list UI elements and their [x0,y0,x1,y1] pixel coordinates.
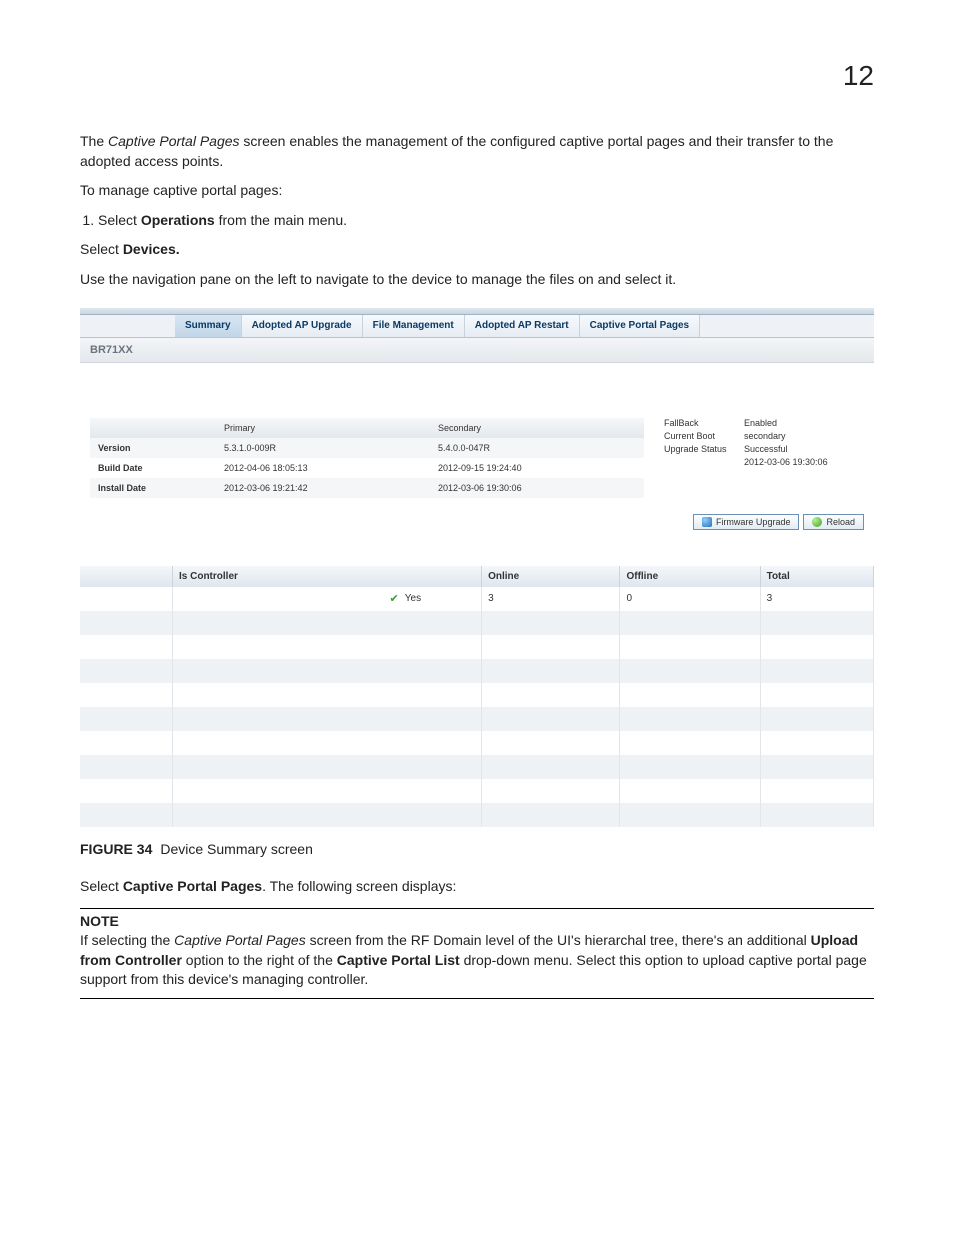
grid-cell-total: 3 [760,587,873,611]
device-summary-screenshot: Summary Adopted AP Upgrade File Manageme… [80,308,874,827]
steps-list: Select Operations from the main menu. [80,211,874,231]
status-value: secondary [744,431,786,441]
status-label [664,457,744,467]
reload-icon [812,517,822,527]
secondary-install-date: 2012-03-06 19:30:06 [430,478,644,498]
step-1: Select Operations from the main menu. [98,211,874,231]
is-controller-value: Yes [405,593,421,604]
table-row: ✔ Yes 3 0 3 [80,587,874,611]
table-row: Build Date 2012-04-06 18:05:13 2012-09-1… [90,458,644,478]
text: . The following screen displays: [262,878,456,894]
text: from the main menu. [215,212,347,228]
grid-cell-offline: 0 [620,587,760,611]
status-panel: FallBack Enabled Current Boot secondary … [664,418,864,470]
status-row-fallback: FallBack Enabled [664,418,864,428]
text: Select [80,878,123,894]
figure-caption: FIGURE 34 Device Summary screen [80,841,874,857]
controller-grid: Is Controller Online Offline Total ✔ Yes… [80,566,874,827]
table-row [80,683,874,707]
captive-portal-pages-bold: Captive Portal Pages [123,878,262,894]
table-row: Install Date 2012-03-06 19:21:42 2012-03… [90,478,644,498]
button-label: Firmware Upgrade [716,517,791,527]
tab-spacer [80,315,175,337]
status-label: FallBack [664,418,744,428]
table-row [80,611,874,635]
text: Select [80,241,123,257]
tab-adopted-ap-restart[interactable]: Adopted AP Restart [465,315,580,337]
upgrade-icon [702,517,712,527]
row-label-build-date: Build Date [90,458,216,478]
status-label: Current Boot [664,431,744,441]
summary-mid-section: Primary Secondary Version 5.3.1.0-009R 5… [80,363,874,508]
tab-summary[interactable]: Summary [175,315,242,337]
tab-captive-portal-pages[interactable]: Captive Portal Pages [580,315,700,337]
tab-bar: Summary Adopted AP Upgrade File Manageme… [80,315,874,338]
version-table: Primary Secondary Version 5.3.1.0-009R 5… [90,418,644,498]
window-titlebar [80,308,874,315]
operations-term: Operations [141,212,215,228]
note-body: If selecting the Captive Portal Pages sc… [80,931,874,990]
text: screen from the RF Domain level of the U… [306,932,811,948]
reload-button[interactable]: Reload [803,514,864,530]
grid-header-total: Total [760,566,873,587]
status-value: 2012-03-06 19:30:06 [744,457,828,467]
device-id-bar: BR71XX [80,338,874,363]
status-label: Upgrade Status [664,444,744,454]
text: Select [98,212,141,228]
tab-file-management[interactable]: File Management [363,315,465,337]
action-buttons-row: Firmware Upgrade Reload [80,508,874,550]
devices-term: Devices. [123,241,180,257]
table-row [80,803,874,827]
primary-build-date: 2012-04-06 18:05:13 [216,458,430,478]
intro-paragraph-2: To manage captive portal pages: [80,181,874,201]
grid-header-is-controller: Is Controller [173,566,482,587]
button-label: Reload [826,517,855,527]
captive-portal-pages-term: Captive Portal Pages [108,133,240,149]
status-row-upgrade-status: Upgrade Status Successful [664,444,864,454]
secondary-build-date: 2012-09-15 19:24:40 [430,458,644,478]
figure-title: Device Summary screen [160,841,313,857]
grid-header-online: Online [482,566,620,587]
table-row [80,707,874,731]
note-block: NOTE If selecting the Captive Portal Pag… [80,908,874,999]
table-row [80,779,874,803]
table-row: Version 5.3.1.0-009R 5.4.0.0-047R [90,438,644,458]
figure-label: FIGURE 34 [80,841,152,857]
status-value: Enabled [744,418,777,428]
text: The [80,133,108,149]
text: option to the right of the [182,952,337,968]
post-figure-instruction: Select Captive Portal Pages. The followi… [80,877,874,897]
page-number: 12 [80,60,874,92]
version-table-corner [90,418,216,438]
table-row [80,659,874,683]
status-row-upgrade-timestamp: 2012-03-06 19:30:06 [664,457,864,467]
tab-adopted-ap-upgrade[interactable]: Adopted AP Upgrade [242,315,363,337]
text: If selecting the [80,932,174,948]
captive-portal-pages-term: Captive Portal Pages [174,932,306,948]
table-row [80,755,874,779]
check-icon: ✔ [390,592,399,605]
primary-version: 5.3.1.0-009R [216,438,430,458]
table-row [80,731,874,755]
grid-cell-is-controller: ✔ Yes [173,587,482,611]
primary-install-date: 2012-03-06 19:21:42 [216,478,430,498]
grid-cell-empty [80,587,173,611]
version-header-primary: Primary [216,418,430,438]
captive-portal-list-term: Captive Portal List [337,952,460,968]
status-value: Successful [744,444,788,454]
version-header-secondary: Secondary [430,418,644,438]
note-title: NOTE [80,913,874,929]
select-devices-line: Select Devices. [80,240,874,260]
grid-cell-online: 3 [482,587,620,611]
secondary-version: 5.4.0.0-047R [430,438,644,458]
grid-header-empty [80,566,173,587]
nav-instruction: Use the navigation pane on the left to n… [80,270,874,290]
firmware-upgrade-button[interactable]: Firmware Upgrade [693,514,800,530]
grid-header-offline: Offline [620,566,760,587]
table-row [80,635,874,659]
row-label-version: Version [90,438,216,458]
row-label-install-date: Install Date [90,478,216,498]
intro-paragraph-1: The Captive Portal Pages screen enables … [80,132,874,171]
status-row-current-boot: Current Boot secondary [664,431,864,441]
